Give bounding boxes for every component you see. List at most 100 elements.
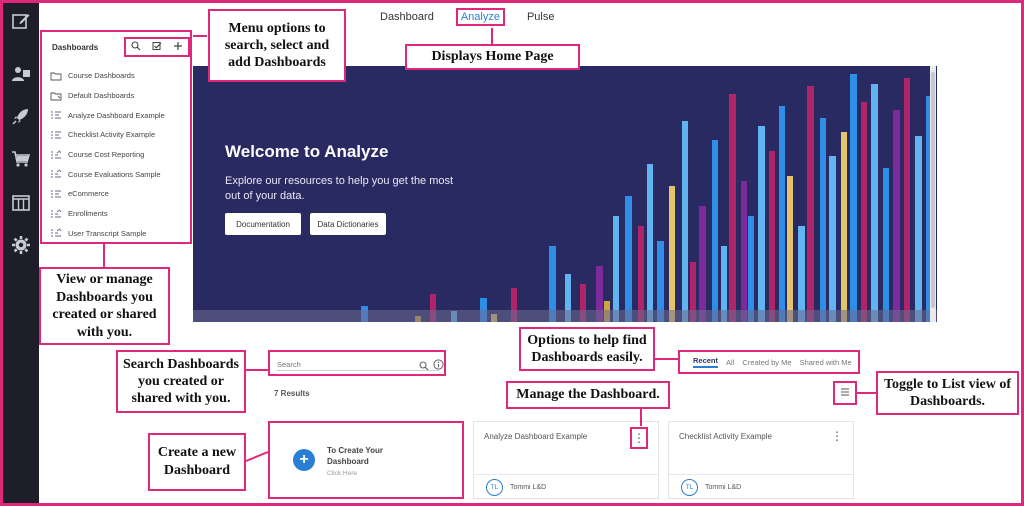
sidebar-item[interactable]: Checklist Activity Example bbox=[50, 125, 190, 145]
banner-fade bbox=[193, 310, 937, 322]
sidebar-item[interactable]: User Transcript Sample bbox=[50, 224, 190, 244]
create-card-title: To Create Your Dashboard bbox=[327, 446, 384, 466]
sidebar-item[interactable]: eCommerce bbox=[50, 184, 190, 204]
banner-title: Welcome to Analyze bbox=[225, 142, 389, 161]
decorative-bar bbox=[820, 118, 826, 322]
search-dashboards bbox=[268, 350, 446, 376]
decorative-bar bbox=[748, 216, 754, 322]
edit-icon[interactable] bbox=[9, 9, 33, 33]
decorative-bar bbox=[699, 206, 706, 322]
search-underline bbox=[277, 370, 439, 371]
decorative-bar bbox=[807, 86, 814, 322]
sidebar-item-label: Course Evaluations Sample bbox=[68, 169, 161, 179]
add-icon[interactable] bbox=[173, 38, 183, 56]
tab-recent[interactable]: Recent bbox=[693, 356, 719, 368]
shared-dashboard-icon bbox=[50, 209, 62, 219]
list-view-toggle[interactable] bbox=[833, 381, 857, 405]
dashboard-icon bbox=[50, 189, 62, 199]
create-card-subtitle: Click Here bbox=[327, 470, 357, 477]
callout-menu-options: Menu options to search, select and add D… bbox=[208, 9, 346, 82]
decorative-bar bbox=[729, 94, 736, 322]
sidebar-item-label: Enrollments bbox=[68, 209, 108, 219]
callout-create-dashboard: Create a new Dashboard bbox=[148, 433, 246, 491]
search-input[interactable] bbox=[277, 357, 407, 371]
decorative-bar bbox=[638, 226, 644, 322]
tab-analyze[interactable]: Analyze bbox=[455, 8, 505, 26]
callout-manage-dashboard: Manage the Dashboard. bbox=[506, 381, 670, 409]
left-rail bbox=[3, 3, 39, 503]
decorative-bar bbox=[741, 181, 747, 322]
sidebar-item[interactable]: Default Dashboards bbox=[50, 86, 190, 106]
dashboard-card[interactable]: Checklist Activity Example ⋮ TL Tommi L&… bbox=[668, 421, 854, 499]
card-owner: Tommi L&D bbox=[705, 484, 742, 491]
sidebar-item[interactable]: Course Dashboards bbox=[50, 66, 190, 86]
dashboards-sidebar: Dashboards Course Dashboards Default Dash… bbox=[40, 30, 192, 244]
rocket-icon[interactable] bbox=[9, 104, 33, 128]
plus-icon[interactable]: + bbox=[293, 449, 315, 471]
decorative-bar bbox=[682, 121, 688, 322]
sidebar-item[interactable]: Course Evaluations Sample bbox=[50, 164, 190, 184]
folder-icon bbox=[50, 71, 62, 81]
columns-icon[interactable] bbox=[9, 191, 33, 215]
decorative-bar bbox=[893, 110, 900, 322]
gear-icon[interactable] bbox=[9, 233, 33, 257]
sidebar-item-label: Course Cost Reporting bbox=[68, 150, 145, 160]
sidebar-item-label: User Transcript Sample bbox=[68, 228, 147, 238]
info-icon[interactable] bbox=[433, 357, 444, 375]
decorative-bar bbox=[798, 226, 805, 322]
sidebar-item[interactable]: Analyze Dashboard Example bbox=[50, 105, 190, 125]
card-title: Analyze Dashboard Example bbox=[484, 432, 588, 441]
dashboard-list: Course Dashboards Default Dashboards Analy… bbox=[50, 66, 190, 243]
users-icon[interactable] bbox=[9, 62, 33, 86]
decorative-bar bbox=[883, 168, 889, 322]
sidebar-item[interactable]: Course Cost Reporting bbox=[50, 145, 190, 165]
decorative-bar bbox=[669, 186, 675, 322]
tab-shared-with-me[interactable]: Shared with Me bbox=[800, 358, 852, 367]
cart-icon[interactable] bbox=[9, 147, 33, 171]
decorative-bar bbox=[613, 216, 619, 322]
card-divider bbox=[474, 474, 658, 475]
card-owner: Tommi L&D bbox=[510, 484, 547, 491]
banner-scroll-thumb[interactable] bbox=[931, 72, 935, 308]
shared-dashboard-icon bbox=[50, 149, 62, 160]
more-options-icon[interactable]: ⋮ bbox=[630, 427, 648, 449]
dashboard-icon bbox=[50, 130, 62, 140]
sidebar-title: Dashboards bbox=[52, 43, 99, 52]
sidebar-item[interactable]: Enrollments bbox=[50, 204, 190, 224]
decorative-bar bbox=[841, 132, 847, 322]
sidebar-item-label: eCommerce bbox=[68, 189, 109, 199]
card-title: Checklist Activity Example bbox=[679, 432, 772, 441]
more-options-icon[interactable]: ⋮ bbox=[831, 430, 843, 442]
callout-list-toggle: Toggle to List view of Dashboards. bbox=[876, 371, 1019, 415]
filter-tabs: Recent All Created by Me Shared with Me bbox=[678, 350, 860, 374]
dashboard-card[interactable]: Analyze Dashboard Example ⋮ TL Tommi L&D bbox=[473, 421, 659, 499]
decorative-bar bbox=[829, 156, 836, 322]
tab-all[interactable]: All bbox=[726, 358, 734, 367]
tab-created-by-me[interactable]: Created by Me bbox=[742, 358, 791, 367]
decorative-bar bbox=[915, 136, 922, 322]
decorative-bar bbox=[850, 74, 857, 322]
shared-folder-icon bbox=[50, 91, 62, 101]
decorative-bar bbox=[787, 176, 793, 322]
callout-filter-options: Options to help find Dashboards easily. bbox=[519, 327, 655, 371]
create-dashboard-card[interactable]: + To Create Your Dashboard Click Here bbox=[268, 421, 464, 499]
sidebar-item-label: Analyze Dashboard Example bbox=[68, 110, 165, 120]
decorative-bar bbox=[647, 164, 653, 322]
documentation-button[interactable]: Documentation bbox=[225, 213, 301, 235]
shared-dashboard-icon bbox=[50, 228, 62, 238]
dashboard-icon bbox=[50, 110, 62, 120]
tab-pulse[interactable]: Pulse bbox=[527, 11, 555, 23]
tab-dashboard[interactable]: Dashboard bbox=[380, 11, 434, 23]
decorative-bar bbox=[625, 196, 632, 322]
sidebar-item-label: Default Dashboards bbox=[68, 91, 135, 101]
callout-search: Search Dashboards you created or shared … bbox=[116, 350, 246, 413]
search-icon[interactable] bbox=[419, 358, 429, 376]
select-icon[interactable] bbox=[152, 38, 162, 56]
decorative-bar bbox=[769, 151, 775, 322]
shared-dashboard-icon bbox=[50, 169, 62, 179]
decorative-bar bbox=[758, 126, 765, 322]
sidebar-item-label: Course Dashboards bbox=[68, 71, 135, 81]
card-divider bbox=[669, 474, 853, 475]
search-icon[interactable] bbox=[131, 38, 141, 56]
data-dictionaries-button[interactable]: Data Dictionaries bbox=[310, 213, 386, 235]
